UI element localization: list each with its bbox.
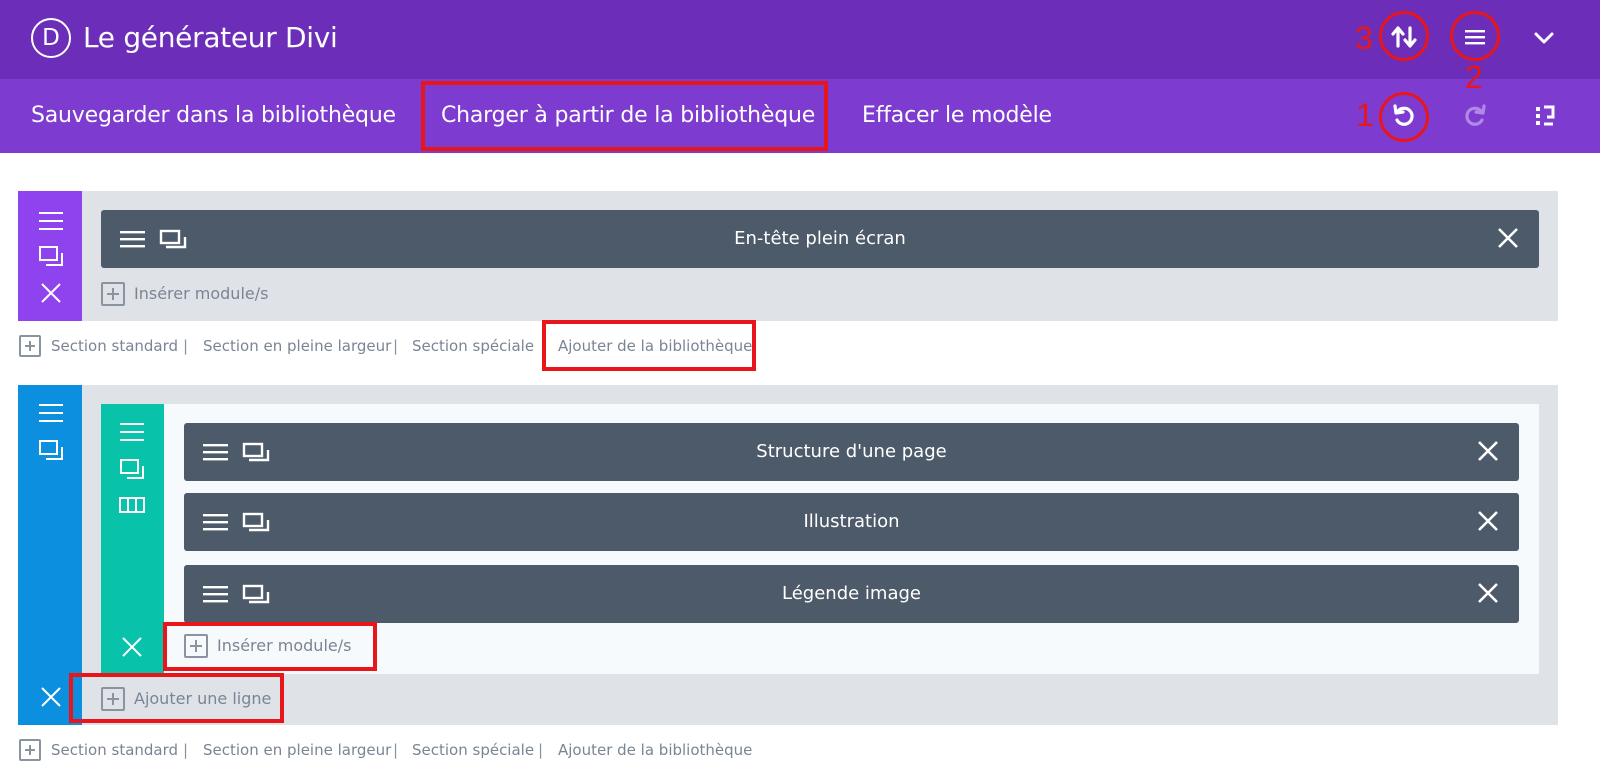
separator: | — [183, 337, 189, 355]
close-icon[interactable] — [1495, 225, 1521, 251]
chevron-down-icon — [1534, 32, 1554, 44]
duplicate-icon[interactable] — [38, 437, 64, 463]
callout-ring-menu — [1450, 11, 1500, 61]
redo-button[interactable] — [1453, 94, 1497, 138]
hamburger-icon[interactable] — [38, 400, 64, 426]
close-icon[interactable] — [1475, 580, 1501, 606]
clear-layout-button[interactable]: Effacer le modèle — [862, 79, 1052, 153]
plus-icon — [19, 739, 41, 761]
add-specialty-section-link[interactable]: Section spéciale — [412, 734, 534, 766]
columns-icon[interactable] — [119, 492, 145, 518]
module-title: Légende image — [782, 583, 921, 604]
collapse-button[interactable] — [1522, 16, 1566, 60]
callout-number-1: 1 — [1356, 97, 1374, 133]
module-title: En-tête plein écran — [734, 228, 906, 249]
callout-ring-portability — [1379, 11, 1429, 61]
redo-icon — [1465, 104, 1486, 126]
callout-box-add-row — [69, 673, 284, 723]
section-sidebar — [18, 191, 82, 321]
duplicate-icon[interactable] — [38, 243, 64, 269]
insert-module-button[interactable]: Insérer module/s — [101, 279, 321, 309]
module-title: Illustration — [803, 511, 900, 532]
layers-icon — [1536, 105, 1555, 126]
separator: | — [393, 337, 399, 355]
separator: | — [393, 741, 399, 759]
hamburger-icon[interactable] — [38, 208, 64, 234]
divi-logo: D — [31, 18, 71, 58]
callout-ring-undo — [1379, 92, 1429, 142]
image-caption-module[interactable]: Légende image — [184, 565, 1519, 623]
add-from-library-link[interactable]: Ajouter de la bibliothèque — [558, 734, 752, 766]
page-structure-module[interactable]: Structure d'une page — [184, 423, 1519, 481]
add-standard-section-link[interactable]: Section standard — [51, 734, 178, 766]
duplicate-icon[interactable] — [119, 456, 145, 482]
close-icon[interactable] — [119, 634, 145, 660]
add-standard-section-link[interactable]: Section standard — [51, 330, 178, 362]
callout-box-load — [421, 81, 828, 151]
add-section-bar: Section standard | Section en pleine lar… — [19, 734, 779, 764]
add-fullwidth-section-link[interactable]: Section en pleine largeur — [203, 330, 391, 362]
close-icon[interactable] — [38, 280, 64, 306]
separator: | — [538, 741, 544, 759]
illustration-module[interactable]: Illustration — [184, 493, 1519, 551]
close-icon[interactable] — [38, 684, 64, 710]
hamburger-icon[interactable] — [119, 419, 145, 445]
fullwidth-header-module[interactable]: En-tête plein écran — [101, 210, 1539, 268]
row-sidebar — [101, 404, 164, 674]
callout-number-2: 2 — [1465, 59, 1483, 95]
callout-box-add-library — [542, 320, 756, 371]
plus-icon — [101, 282, 125, 306]
layers-view-button[interactable] — [1523, 94, 1567, 138]
close-icon[interactable] — [1475, 438, 1501, 464]
callout-box-insert-module — [163, 622, 377, 671]
app-title: Le générateur Divi — [83, 21, 338, 54]
close-icon[interactable] — [1475, 508, 1501, 534]
module-title: Structure d'une page — [756, 441, 947, 462]
callout-number-3: 3 — [1355, 20, 1373, 56]
fullwidth-section: En-tête plein écran Insérer module/s — [18, 191, 1558, 321]
save-to-library-button[interactable]: Sauvegarder dans la bibliothèque — [31, 79, 396, 153]
separator: | — [183, 741, 189, 759]
add-fullwidth-section-link[interactable]: Section en pleine largeur — [203, 734, 391, 766]
add-specialty-section-link[interactable]: Section spéciale — [412, 330, 534, 362]
plus-icon — [19, 335, 41, 357]
